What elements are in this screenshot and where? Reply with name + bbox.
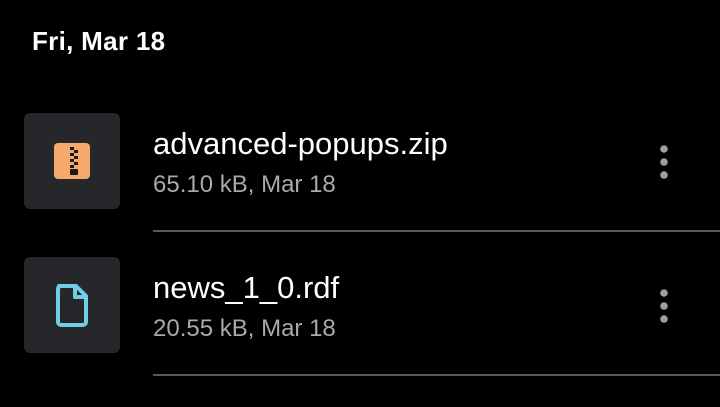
file-meta: 65.10 kB, Mar 18 (153, 171, 336, 198)
list-divider (153, 230, 720, 232)
zip-archive-icon (54, 143, 90, 179)
file-thumbnail (24, 257, 120, 353)
file-name: advanced-popups.zip (153, 126, 448, 161)
list-divider (153, 374, 720, 376)
more-vertical-icon (660, 289, 668, 323)
download-list-item[interactable]: advanced-popups.zip 65.10 kB, Mar 18 (0, 110, 720, 232)
file-meta: 20.55 kB, Mar 18 (153, 315, 336, 342)
file-name: news_1_0.rdf (153, 270, 340, 305)
more-options-button[interactable] (640, 138, 688, 186)
date-section-header: Fri, Mar 18 (32, 26, 166, 56)
file-thumbnail (24, 113, 120, 209)
more-vertical-icon (660, 145, 668, 179)
more-options-button[interactable] (640, 282, 688, 330)
download-list-item[interactable]: news_1_0.rdf 20.55 kB, Mar 18 (0, 254, 720, 376)
document-file-icon (56, 284, 88, 327)
